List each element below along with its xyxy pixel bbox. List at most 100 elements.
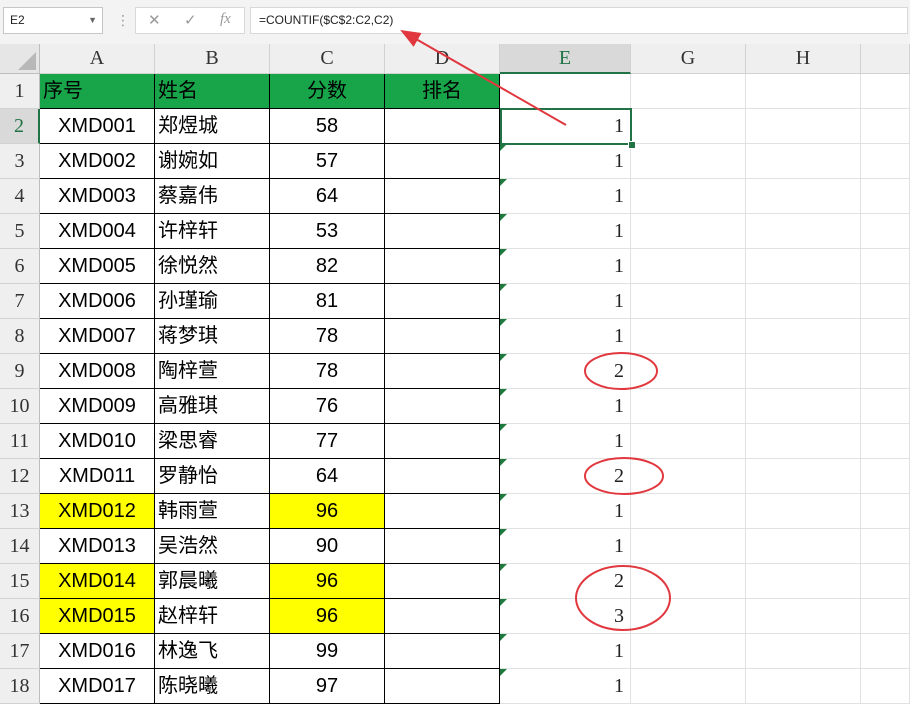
name-cell[interactable]: 徐悦然 (155, 249, 270, 284)
row-header[interactable]: 15 (0, 564, 40, 599)
empty-cell[interactable] (500, 74, 631, 109)
score-cell[interactable]: 96 (270, 494, 385, 529)
score-cell[interactable]: 58 (270, 109, 385, 144)
countif-result-cell[interactable]: 3 (500, 599, 631, 634)
empty-cell[interactable] (861, 459, 910, 494)
rank-cell[interactable] (385, 109, 500, 144)
empty-cell[interactable] (861, 74, 910, 109)
row-header[interactable]: 1 (0, 74, 40, 109)
name-cell[interactable]: 林逸飞 (155, 634, 270, 669)
countif-result-cell[interactable]: 1 (500, 144, 631, 179)
empty-cell[interactable] (631, 109, 746, 144)
score-cell[interactable]: 78 (270, 354, 385, 389)
empty-cell[interactable] (631, 634, 746, 669)
table-header-cell[interactable]: 分数 (270, 74, 385, 109)
countif-result-cell[interactable]: 1 (500, 389, 631, 424)
countif-result-cell[interactable]: 1 (500, 214, 631, 249)
name-cell[interactable]: 陶梓萱 (155, 354, 270, 389)
empty-cell[interactable] (631, 144, 746, 179)
empty-cell[interactable] (631, 319, 746, 354)
empty-cell[interactable] (861, 144, 910, 179)
row-header[interactable]: 12 (0, 459, 40, 494)
row-header[interactable]: 2 (0, 109, 40, 144)
empty-cell[interactable] (631, 459, 746, 494)
empty-cell[interactable] (746, 494, 861, 529)
rank-cell[interactable] (385, 389, 500, 424)
rank-cell[interactable] (385, 319, 500, 354)
rank-cell[interactable] (385, 424, 500, 459)
row-header[interactable]: 8 (0, 319, 40, 354)
row-header[interactable]: 10 (0, 389, 40, 424)
row-header[interactable]: 11 (0, 424, 40, 459)
id-cell[interactable]: XMD001 (40, 109, 155, 144)
countif-result-cell[interactable]: 1 (500, 249, 631, 284)
column-header-d[interactable]: D (385, 44, 500, 74)
empty-cell[interactable] (746, 354, 861, 389)
empty-cell[interactable] (746, 214, 861, 249)
empty-cell[interactable] (746, 109, 861, 144)
name-cell[interactable]: 郭晨曦 (155, 564, 270, 599)
id-cell[interactable]: XMD014 (40, 564, 155, 599)
rank-cell[interactable] (385, 599, 500, 634)
column-header-e[interactable]: E (500, 44, 631, 74)
empty-cell[interactable] (861, 179, 910, 214)
row-header[interactable]: 14 (0, 529, 40, 564)
empty-cell[interactable] (861, 319, 910, 354)
score-cell[interactable]: 99 (270, 634, 385, 669)
empty-cell[interactable] (861, 249, 910, 284)
score-cell[interactable]: 82 (270, 249, 385, 284)
empty-cell[interactable] (631, 249, 746, 284)
empty-cell[interactable] (861, 494, 910, 529)
cancel-icon[interactable]: ✕ (148, 11, 161, 29)
empty-cell[interactable] (631, 214, 746, 249)
row-header[interactable]: 6 (0, 249, 40, 284)
name-cell[interactable]: 赵梓轩 (155, 599, 270, 634)
id-cell[interactable]: XMD013 (40, 529, 155, 564)
column-header-h[interactable]: H (746, 44, 861, 74)
empty-cell[interactable] (631, 389, 746, 424)
rank-cell[interactable] (385, 529, 500, 564)
rank-cell[interactable] (385, 459, 500, 494)
name-cell[interactable]: 谢婉如 (155, 144, 270, 179)
score-cell[interactable]: 64 (270, 179, 385, 214)
id-cell[interactable]: XMD006 (40, 284, 155, 319)
countif-result-cell[interactable]: 1 (500, 319, 631, 354)
formula-input[interactable]: =COUNTIF($C$2:C2,C2) (250, 7, 908, 34)
rank-cell[interactable] (385, 284, 500, 319)
countif-result-cell[interactable]: 1 (500, 424, 631, 459)
score-cell[interactable]: 64 (270, 459, 385, 494)
id-cell[interactable]: XMD005 (40, 249, 155, 284)
column-header-g[interactable]: G (631, 44, 746, 74)
score-cell[interactable]: 78 (270, 319, 385, 354)
table-header-cell[interactable]: 排名 (385, 74, 500, 109)
id-cell[interactable]: XMD010 (40, 424, 155, 459)
name-cell[interactable]: 郑煜城 (155, 109, 270, 144)
id-cell[interactable]: XMD004 (40, 214, 155, 249)
empty-cell[interactable] (631, 284, 746, 319)
rank-cell[interactable] (385, 634, 500, 669)
table-header-cell[interactable]: 姓名 (155, 74, 270, 109)
empty-cell[interactable] (861, 564, 910, 599)
id-cell[interactable]: XMD007 (40, 319, 155, 354)
empty-cell[interactable] (861, 634, 910, 669)
score-cell[interactable]: 81 (270, 284, 385, 319)
empty-cell[interactable] (631, 354, 746, 389)
empty-cell[interactable] (746, 389, 861, 424)
score-cell[interactable]: 96 (270, 599, 385, 634)
empty-cell[interactable] (861, 424, 910, 459)
row-header[interactable]: 7 (0, 284, 40, 319)
empty-cell[interactable] (746, 529, 861, 564)
score-cell[interactable]: 53 (270, 214, 385, 249)
rank-cell[interactable] (385, 214, 500, 249)
countif-result-cell[interactable]: 1 (500, 634, 631, 669)
id-cell[interactable]: XMD016 (40, 634, 155, 669)
row-header[interactable]: 3 (0, 144, 40, 179)
empty-cell[interactable] (861, 214, 910, 249)
empty-cell[interactable] (861, 599, 910, 634)
id-cell[interactable]: XMD002 (40, 144, 155, 179)
id-cell[interactable]: XMD015 (40, 599, 155, 634)
countif-result-cell[interactable]: 1 (500, 529, 631, 564)
chevron-down-icon[interactable]: ▼ (88, 8, 97, 33)
name-cell[interactable]: 罗静怡 (155, 459, 270, 494)
countif-result-cell[interactable]: 1 (500, 179, 631, 214)
